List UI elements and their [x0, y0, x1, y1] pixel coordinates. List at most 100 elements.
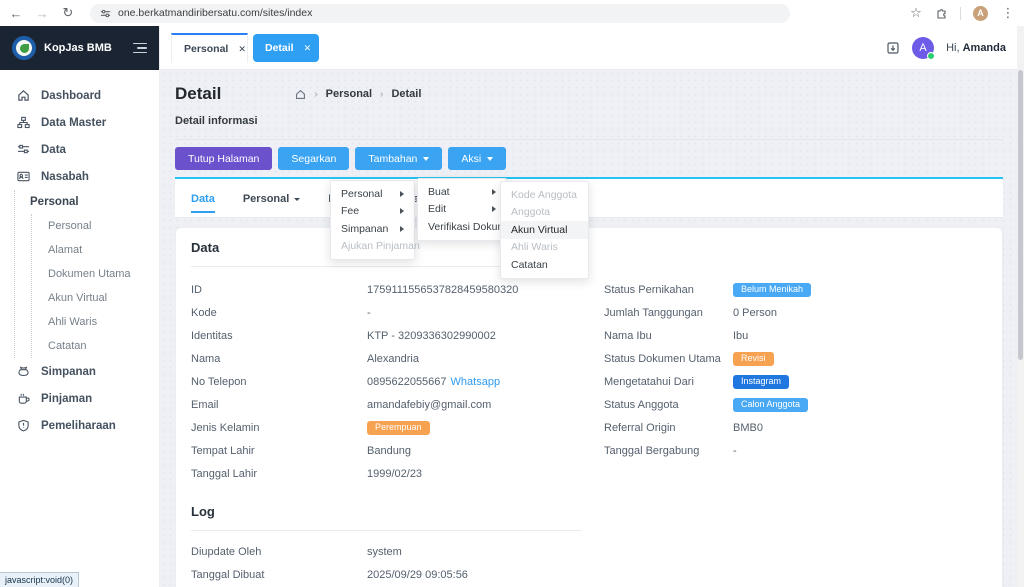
field-label: Tanggal Bergabung [604, 445, 733, 457]
field-label: Tanggal Dibuat [191, 569, 367, 581]
bookmark-star-icon[interactable]: ☆ [908, 5, 924, 21]
close-tab-icon[interactable]: ✕ [304, 43, 312, 54]
menu-item-akun-virtual[interactable]: Akun Virtual [501, 221, 588, 239]
field-row: Tanggal Bergabung- [604, 439, 987, 462]
field-label: Identitas [191, 330, 367, 342]
breadcrumb-detail: Detail [391, 88, 421, 100]
status-badge: Revisi [733, 352, 774, 366]
field-row: ID1759111556537828459580320 [191, 278, 604, 301]
sitemap-icon [17, 116, 30, 129]
sidebar-item-label: Data Master [41, 117, 106, 129]
menu-item-anggota: Anggota [501, 204, 588, 222]
breadcrumb-personal[interactable]: Personal [326, 88, 372, 100]
sidebar-item-pinjaman[interactable]: Pinjaman [0, 385, 159, 412]
browser-forward-icon[interactable]: → [34, 6, 50, 21]
sidebar-item-data[interactable]: Data [0, 136, 159, 163]
sidebar-header: KopJas BMB [0, 26, 159, 70]
menu-item-buat[interactable]: Buat [418, 183, 506, 201]
field-value: 0895622055667 [367, 376, 447, 388]
personal-submenu-menu: BuatEditVerifikasi Dokumen [417, 178, 507, 241]
page-scrollbar[interactable] [1017, 26, 1024, 587]
field-label: Referral Origin [604, 422, 733, 434]
menu-item-verifikasi-dokumen[interactable]: Verifikasi Dokumen [418, 218, 506, 236]
refresh-button[interactable]: Segarkan [278, 147, 349, 170]
sidebar-item-label: Data [41, 144, 66, 156]
sidebar-subitem-dokumen-utama[interactable]: Dokumen Utama [32, 262, 159, 286]
content-tab-label: Data [191, 193, 215, 205]
page-tab-personal[interactable]: Personal ✕ [171, 33, 248, 63]
extensions-icon[interactable] [936, 7, 948, 19]
action-dropdown-button[interactable]: Aksi [448, 147, 506, 170]
sidebar-item-simpanan[interactable]: Simpanan [0, 358, 159, 385]
brand-name: KopJas BMB [44, 42, 112, 54]
address-bar[interactable]: one.berkatmandiribersatu.com/sites/index [90, 4, 790, 23]
page-subtitle: Detail informasi [175, 115, 1003, 127]
sidebar-item-label: Nasabah [41, 171, 89, 183]
field-row: Jumlah Tanggungan0 Person [604, 301, 987, 324]
menu-item-fee[interactable]: Fee [331, 203, 414, 221]
field-label: Nama [191, 353, 367, 365]
sidebar-item-personal-group[interactable]: Personal [15, 190, 159, 214]
whatsapp-link[interactable]: Whatsapp [451, 376, 501, 388]
browser-menu-icon[interactable]: ⋮ [1000, 5, 1016, 21]
browser-reload-icon[interactable]: ↻ [60, 5, 76, 21]
breadcrumb: › Personal › Detail [295, 88, 421, 100]
menu-item-label: Ajukan Pinjaman [341, 240, 420, 252]
field-label: Jenis Kelamin [191, 422, 367, 434]
purse-icon [17, 365, 30, 378]
close-tab-icon[interactable]: ✕ [238, 44, 246, 55]
field-value: - [733, 445, 737, 457]
sidebar-toggle-icon[interactable] [133, 43, 147, 54]
menu-item-label: Fee [341, 205, 392, 217]
field-row: Tanggal Dibuat2025/09/29 09:05:56 [191, 563, 604, 586]
sidebar-item-label: Simpanan [41, 366, 96, 378]
field-label: Status Pernikahan [604, 284, 733, 296]
section-divider [191, 530, 581, 531]
field-row: IdentitasKTP - 3209336302990002 [191, 324, 604, 347]
field-label: Status Anggota [604, 399, 733, 411]
sidebar-nav: Dashboard Data Master Data Nasabah Perso… [0, 70, 159, 439]
extra-dropdown-button[interactable]: Tambahan [355, 147, 442, 170]
menu-item-edit[interactable]: Edit [418, 201, 506, 219]
sidebar-subitem-ahli-waris[interactable]: Ahli Waris [32, 310, 159, 334]
export-icon[interactable] [886, 41, 900, 55]
menu-item-simpanan[interactable]: Simpanan [331, 220, 414, 238]
scrollbar-thumb[interactable] [1018, 70, 1023, 360]
sidebar-subitem-catatan[interactable]: Catatan [32, 334, 159, 358]
nasabah-submenu: Personal PersonalAlamatDokumen UtamaAkun… [14, 190, 159, 358]
field-label: Jumlah Tanggungan [604, 307, 733, 319]
field-label: Diupdate Oleh [191, 546, 367, 558]
sidebar-item-nasabah[interactable]: Nasabah [0, 163, 159, 190]
sidebar-item-pemeliharaan[interactable]: Pemeliharaan [0, 412, 159, 439]
page-title: Detail [175, 84, 221, 104]
chevron-right-icon [400, 208, 404, 214]
content-tabstrip: DataPersonalFeeSimpanan [175, 177, 1003, 218]
browser-toolbar: ← → ↻ one.berkatmandiribersatu.com/sites… [0, 0, 1024, 26]
sidebar-item-data-master[interactable]: Data Master [0, 109, 159, 136]
tambahan-menu: PersonalFeeSimpananAjukan Pinjaman [330, 180, 415, 260]
content-tab-personal[interactable]: Personal [243, 179, 300, 217]
breadcrumb-home-icon[interactable] [295, 89, 306, 100]
sidebar-subitem-alamat[interactable]: Alamat [32, 238, 159, 262]
page-tab-detail[interactable]: Detail ✕ [253, 34, 319, 62]
field-value: BMB0 [733, 422, 763, 434]
browser-profile-avatar[interactable]: A [973, 6, 988, 21]
sidebar-subitem-akun-virtual[interactable]: Akun Virtual [32, 286, 159, 310]
field-value: 1999/02/23 [367, 468, 422, 480]
sidebar: KopJas BMB Dashboard Data Master Data Na… [0, 26, 160, 587]
site-settings-icon [100, 8, 111, 19]
status-badge: Instagram [733, 375, 789, 389]
breadcrumb-separator: › [380, 89, 383, 100]
content-tab-data[interactable]: Data [191, 179, 215, 217]
menu-item-personal[interactable]: Personal [331, 185, 414, 203]
sidebar-item-dashboard[interactable]: Dashboard [0, 82, 159, 109]
menu-item-label: Ahli Waris [511, 241, 578, 253]
field-row: Jenis KelaminPerempuan [191, 416, 604, 439]
sidebar-item-label: Pemeliharaan [41, 420, 116, 432]
close-page-button[interactable]: Tutup Halaman [175, 147, 272, 170]
browser-back-icon[interactable]: ← [8, 6, 24, 21]
menu-item-catatan[interactable]: Catatan [501, 256, 588, 274]
field-value: - [367, 307, 371, 319]
sidebar-subitem-personal[interactable]: Personal [32, 214, 159, 238]
user-avatar[interactable]: A [912, 37, 934, 59]
